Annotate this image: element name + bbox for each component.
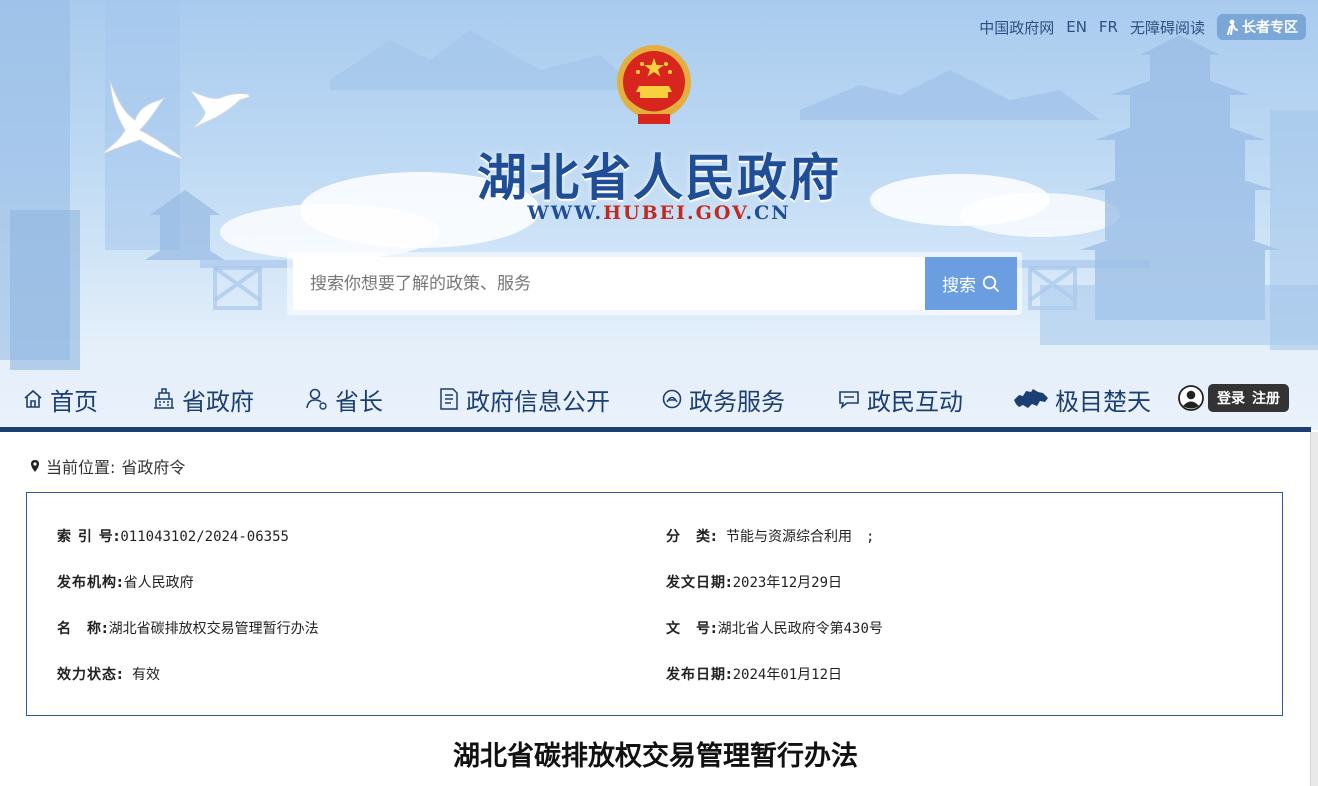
meta-issue-date: 发文日期:2023年12月29日 xyxy=(666,572,842,592)
meta-index-no-label: 索 引 号: xyxy=(57,529,121,545)
document-title: 湖北省碳排放权交易管理暂行办法 xyxy=(453,741,858,772)
breadcrumb: 当前位置: 省政府令 xyxy=(30,454,185,478)
hubei-map-icon xyxy=(1014,389,1048,408)
login-link[interactable]: 登录 xyxy=(1217,388,1245,408)
nav-item-label: 省长 xyxy=(335,387,383,416)
chat-icon xyxy=(839,391,859,410)
site-url-prefix: WWW. xyxy=(527,202,604,224)
nav-item-label: 省政府 xyxy=(182,387,254,416)
meta-index-no: 索 引 号:011043102/2024-06355 xyxy=(57,526,289,546)
meta-publish-date-label: 发布日期: xyxy=(666,667,733,683)
meta-name-label: 名 称: xyxy=(57,621,109,637)
meta-doc-no-value: 湖北省人民政府令第430号 xyxy=(717,621,883,637)
meta-issuer-label: 发布机构: xyxy=(57,575,124,591)
main-nav: 首页 省政府 省长 政府信息公开 政务服务 政民互动 极目楚天 登录 注册 xyxy=(0,380,1318,418)
register-link[interactable]: 注册 xyxy=(1252,388,1280,408)
meta-name-value: 湖北省碳排放权交易管理暂行办法 xyxy=(108,621,319,637)
search-icon xyxy=(982,275,999,292)
meta-category-label: 分 类: xyxy=(666,529,718,545)
meta-doc-no-label: 文 号: xyxy=(666,621,718,637)
nav-item-label: 首页 xyxy=(50,387,98,416)
top-links: 中国政府网 EN FR 无障碍阅读 长者专区 xyxy=(967,14,1306,40)
person-icon xyxy=(306,388,327,410)
document-icon xyxy=(440,388,458,410)
site-header: 中国政府网 EN FR 无障碍阅读 长者专区 湖北省人民政府 WWW.HUBEI… xyxy=(0,0,1318,430)
nav-item-label: 极目楚天 xyxy=(1055,387,1151,416)
link-gov-cn[interactable]: 中国政府网 xyxy=(979,17,1054,38)
meta-category-value: 节能与资源综合利用 ; xyxy=(726,529,875,545)
location-pin-icon xyxy=(31,460,39,472)
site-url: WWW.HUBEI.GOV.CN xyxy=(0,202,1318,224)
user-avatar-icon[interactable] xyxy=(1178,385,1204,411)
search-input[interactable] xyxy=(293,257,925,310)
breadcrumb-prefix: 当前位置: xyxy=(46,458,116,477)
link-accessibility[interactable]: 无障碍阅读 xyxy=(1130,17,1205,38)
building-icon xyxy=(154,388,174,409)
nav-item-interaction[interactable]: 政民互动 xyxy=(837,380,963,418)
document-metadata-box: 索 引 号:011043102/2024-06355 分 类: 节能与资源综合利… xyxy=(26,492,1283,716)
home-icon xyxy=(24,389,42,408)
breadcrumb-current[interactable]: 省政府令 xyxy=(121,454,185,478)
search-box: 搜索 xyxy=(287,252,1022,315)
meta-index-no-value: 011043102/2024-06355 xyxy=(120,529,289,545)
nav-item-governor[interactable]: 省长 xyxy=(305,380,383,418)
meta-status-label: 效力状态: xyxy=(57,667,124,683)
site-url-domain: HUBEI.GOV xyxy=(603,202,746,224)
search-button-label: 搜索 xyxy=(942,276,976,296)
nav-item-label: 政务服务 xyxy=(689,387,785,416)
meta-issue-date-label: 发文日期: xyxy=(666,575,733,591)
nav-item-label: 政民互动 xyxy=(867,387,963,416)
meta-status-value: 有效 xyxy=(132,667,161,683)
meta-publish-date: 发布日期:2024年01月12日 xyxy=(666,664,842,684)
national-emblem-logo xyxy=(617,45,691,124)
main-content: 当前位置: 省政府令 索 引 号:011043102/2024-06355 分 … xyxy=(0,432,1311,786)
nav-item-gov-services[interactable]: 政务服务 xyxy=(661,380,785,418)
service-icon xyxy=(662,389,682,409)
site-title: 湖北省人民政府 xyxy=(477,148,841,207)
meta-status: 效力状态: 有效 xyxy=(57,664,160,684)
login-area: 登录 注册 xyxy=(1178,384,1289,412)
elder-icon xyxy=(1227,19,1238,35)
meta-issuer-value: 省人民政府 xyxy=(123,575,194,591)
login-register-pill: 登录 注册 xyxy=(1208,384,1289,412)
link-english[interactable]: EN xyxy=(1066,18,1087,36)
scrollbar-track[interactable] xyxy=(1311,432,1318,786)
elder-mode-label: 长者专区 xyxy=(1242,20,1298,36)
elder-mode-button[interactable]: 长者专区 xyxy=(1217,14,1306,40)
nav-item-home[interactable]: 首页 xyxy=(22,380,98,418)
meta-publish-date-value: 2024年01月12日 xyxy=(732,667,843,683)
nav-item-label: 政府信息公开 xyxy=(466,387,610,416)
nav-item-jimu-chutian[interactable]: 极目楚天 xyxy=(1013,380,1151,418)
nav-item-info-disclosure[interactable]: 政府信息公开 xyxy=(438,380,610,418)
meta-issuer: 发布机构:省人民政府 xyxy=(57,572,194,592)
link-french[interactable]: FR xyxy=(1099,18,1118,36)
meta-name: 名 称:湖北省碳排放权交易管理暂行办法 xyxy=(57,618,319,638)
nav-item-provincial-gov[interactable]: 省政府 xyxy=(152,380,254,418)
meta-category: 分 类: 节能与资源综合利用 ; xyxy=(666,526,874,546)
meta-issue-date-value: 2023年12月29日 xyxy=(732,575,843,591)
meta-doc-no: 文 号:湖北省人民政府令第430号 xyxy=(666,618,883,638)
search-button[interactable]: 搜索 xyxy=(925,257,1017,310)
site-url-suffix: .CN xyxy=(745,202,791,224)
